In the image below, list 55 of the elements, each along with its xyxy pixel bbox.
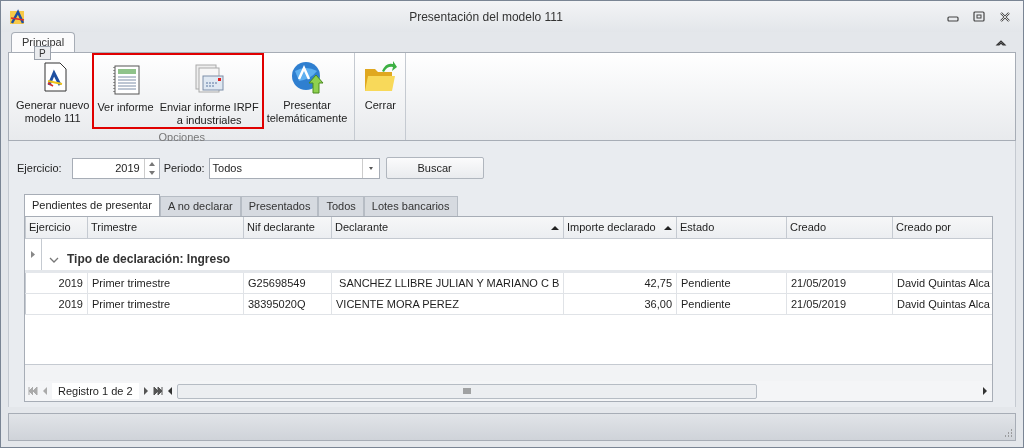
keytip-badge: P xyxy=(34,46,51,60)
window-title: Presentación del modelo 111 xyxy=(408,8,564,26)
field-label: Periodo: xyxy=(163,160,205,176)
collapse-ribbon-icon xyxy=(995,38,1007,48)
table-cell: 21/05/2019 xyxy=(787,294,893,314)
next-record-icon xyxy=(141,386,150,396)
column-header[interactable]: Estado xyxy=(677,217,787,238)
table-cell: 38395020Q xyxy=(244,294,332,314)
maximize-icon xyxy=(973,10,985,23)
table-cell: Pendiente xyxy=(677,294,787,314)
table-cell: Pendiente xyxy=(677,273,787,293)
ribbon-button[interactable]: Ver informe xyxy=(94,55,157,127)
field-label: Ejercicio: xyxy=(17,160,62,176)
table-cell: G25698549 xyxy=(244,273,332,293)
table-cell: Primer trimestre xyxy=(88,294,244,314)
table-cell: 2019 xyxy=(26,294,88,314)
tab[interactable]: A no declarar xyxy=(159,196,241,216)
group-label: Opciones xyxy=(157,130,206,145)
first-record-icon xyxy=(28,386,38,396)
last-record-icon xyxy=(152,386,163,396)
record-counter: Registro 1 de 2 xyxy=(52,382,139,400)
table-cell: David Quintas Alca xyxy=(893,273,992,293)
tab[interactable]: Presentados xyxy=(240,196,319,216)
tab[interactable]: Pendientes de presentar xyxy=(24,194,160,216)
table-cell: VICENTE MORA PEREZ xyxy=(332,294,564,314)
column-header[interactable]: Creado xyxy=(787,217,893,238)
column-header[interactable]: Ejercicio xyxy=(26,217,88,238)
scroll-right-icon xyxy=(981,386,989,396)
globe-upload-icon xyxy=(289,59,326,95)
search-button[interactable]: Buscar xyxy=(385,157,484,179)
resize-grip-icon xyxy=(1003,429,1013,438)
table-cell: SANCHEZ LLIBRE JULIAN Y MARIANO C B xyxy=(332,273,564,293)
ribbon-button[interactable]: Cerrar xyxy=(359,53,402,124)
close-icon xyxy=(999,10,1011,23)
table-cell: David Quintas Alca xyxy=(893,294,992,314)
column-header[interactable]: Trimestre xyxy=(88,217,244,238)
tab[interactable]: Todos xyxy=(318,196,364,216)
ribbon-button[interactable]: Presentar telemáticamente xyxy=(263,53,351,129)
column-header[interactable]: Declarante xyxy=(332,217,564,238)
period-dropdown[interactable]: Todos xyxy=(208,157,380,179)
year-spin-field[interactable]: 2019 xyxy=(71,157,160,179)
previous-record-icon xyxy=(41,386,49,396)
table-cell: 42,75 xyxy=(564,273,677,293)
grip-icon xyxy=(462,387,471,395)
column-header[interactable]: Importe declarado xyxy=(564,217,677,238)
table-cell: 36,00 xyxy=(564,294,677,314)
tab[interactable]: Lotes bancarios xyxy=(363,196,458,216)
table-cell: 2019 xyxy=(26,273,88,293)
app-logo-icon xyxy=(9,8,25,25)
group-row-label: Tipo de declaración: Ingreso xyxy=(67,251,231,268)
ribbon-button[interactable]: Enviar informe IRPF a industriales xyxy=(156,55,262,127)
table-cell: Primer trimestre xyxy=(88,273,244,293)
table-cell: 21/05/2019 xyxy=(787,273,893,293)
column-header[interactable]: Nif declarante xyxy=(244,217,332,238)
column-header[interactable]: Creado por xyxy=(893,217,992,238)
